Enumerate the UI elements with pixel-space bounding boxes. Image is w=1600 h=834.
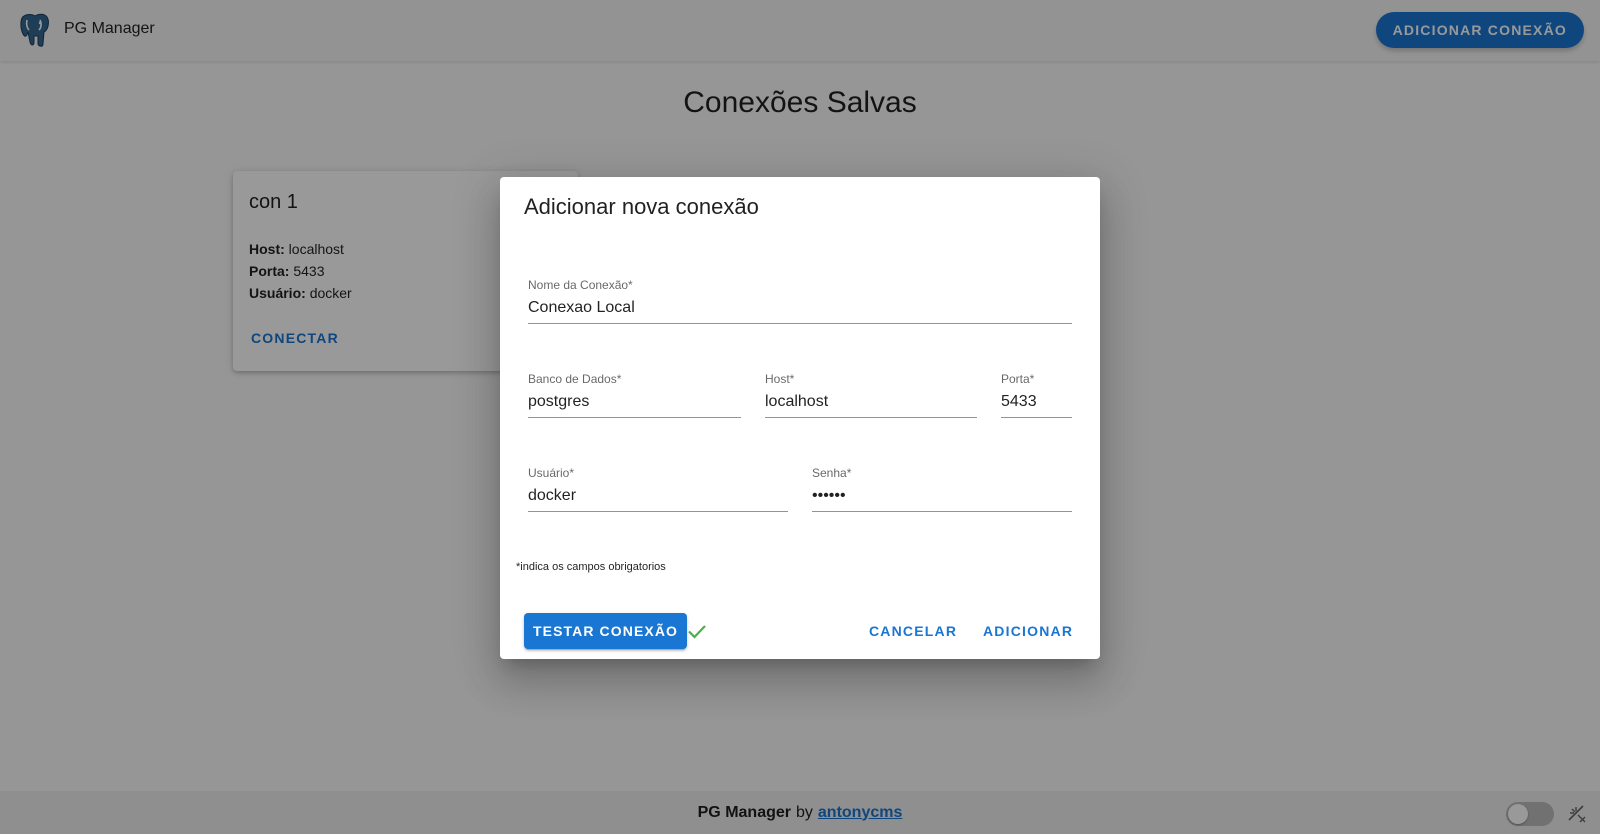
connection-name-underline (528, 323, 1072, 324)
port-underline (1001, 417, 1072, 418)
user-underline (528, 511, 788, 512)
host-input[interactable] (765, 390, 977, 414)
database-underline (528, 417, 741, 418)
add-button[interactable]: ADICIONAR (975, 613, 1081, 649)
check-icon (688, 625, 706, 639)
port-input[interactable] (1001, 390, 1072, 414)
user-input[interactable] (528, 484, 788, 508)
password-input[interactable] (812, 484, 1072, 508)
required-fields-note: *indica os campos obrigatorios (516, 561, 666, 573)
user-label: Usuário* (528, 466, 575, 480)
port-label: Porta* (1001, 372, 1035, 386)
connection-name-input[interactable] (528, 296, 1072, 320)
password-label: Senha* (812, 466, 852, 480)
password-underline (812, 511, 1072, 512)
cancel-button[interactable]: CANCELAR (861, 613, 965, 649)
database-label: Banco de Dados* (528, 372, 622, 386)
test-connection-button[interactable]: TESTAR CONEXÃO (524, 613, 688, 649)
host-underline (765, 417, 977, 418)
database-input[interactable] (528, 390, 741, 414)
add-connection-dialog: Adicionar nova conexão Nome da Conexão* … (500, 177, 1100, 659)
dialog-title: Adicionar nova conexão (524, 194, 759, 219)
host-label: Host* (765, 372, 795, 386)
connection-name-label: Nome da Conexão* (528, 278, 633, 292)
